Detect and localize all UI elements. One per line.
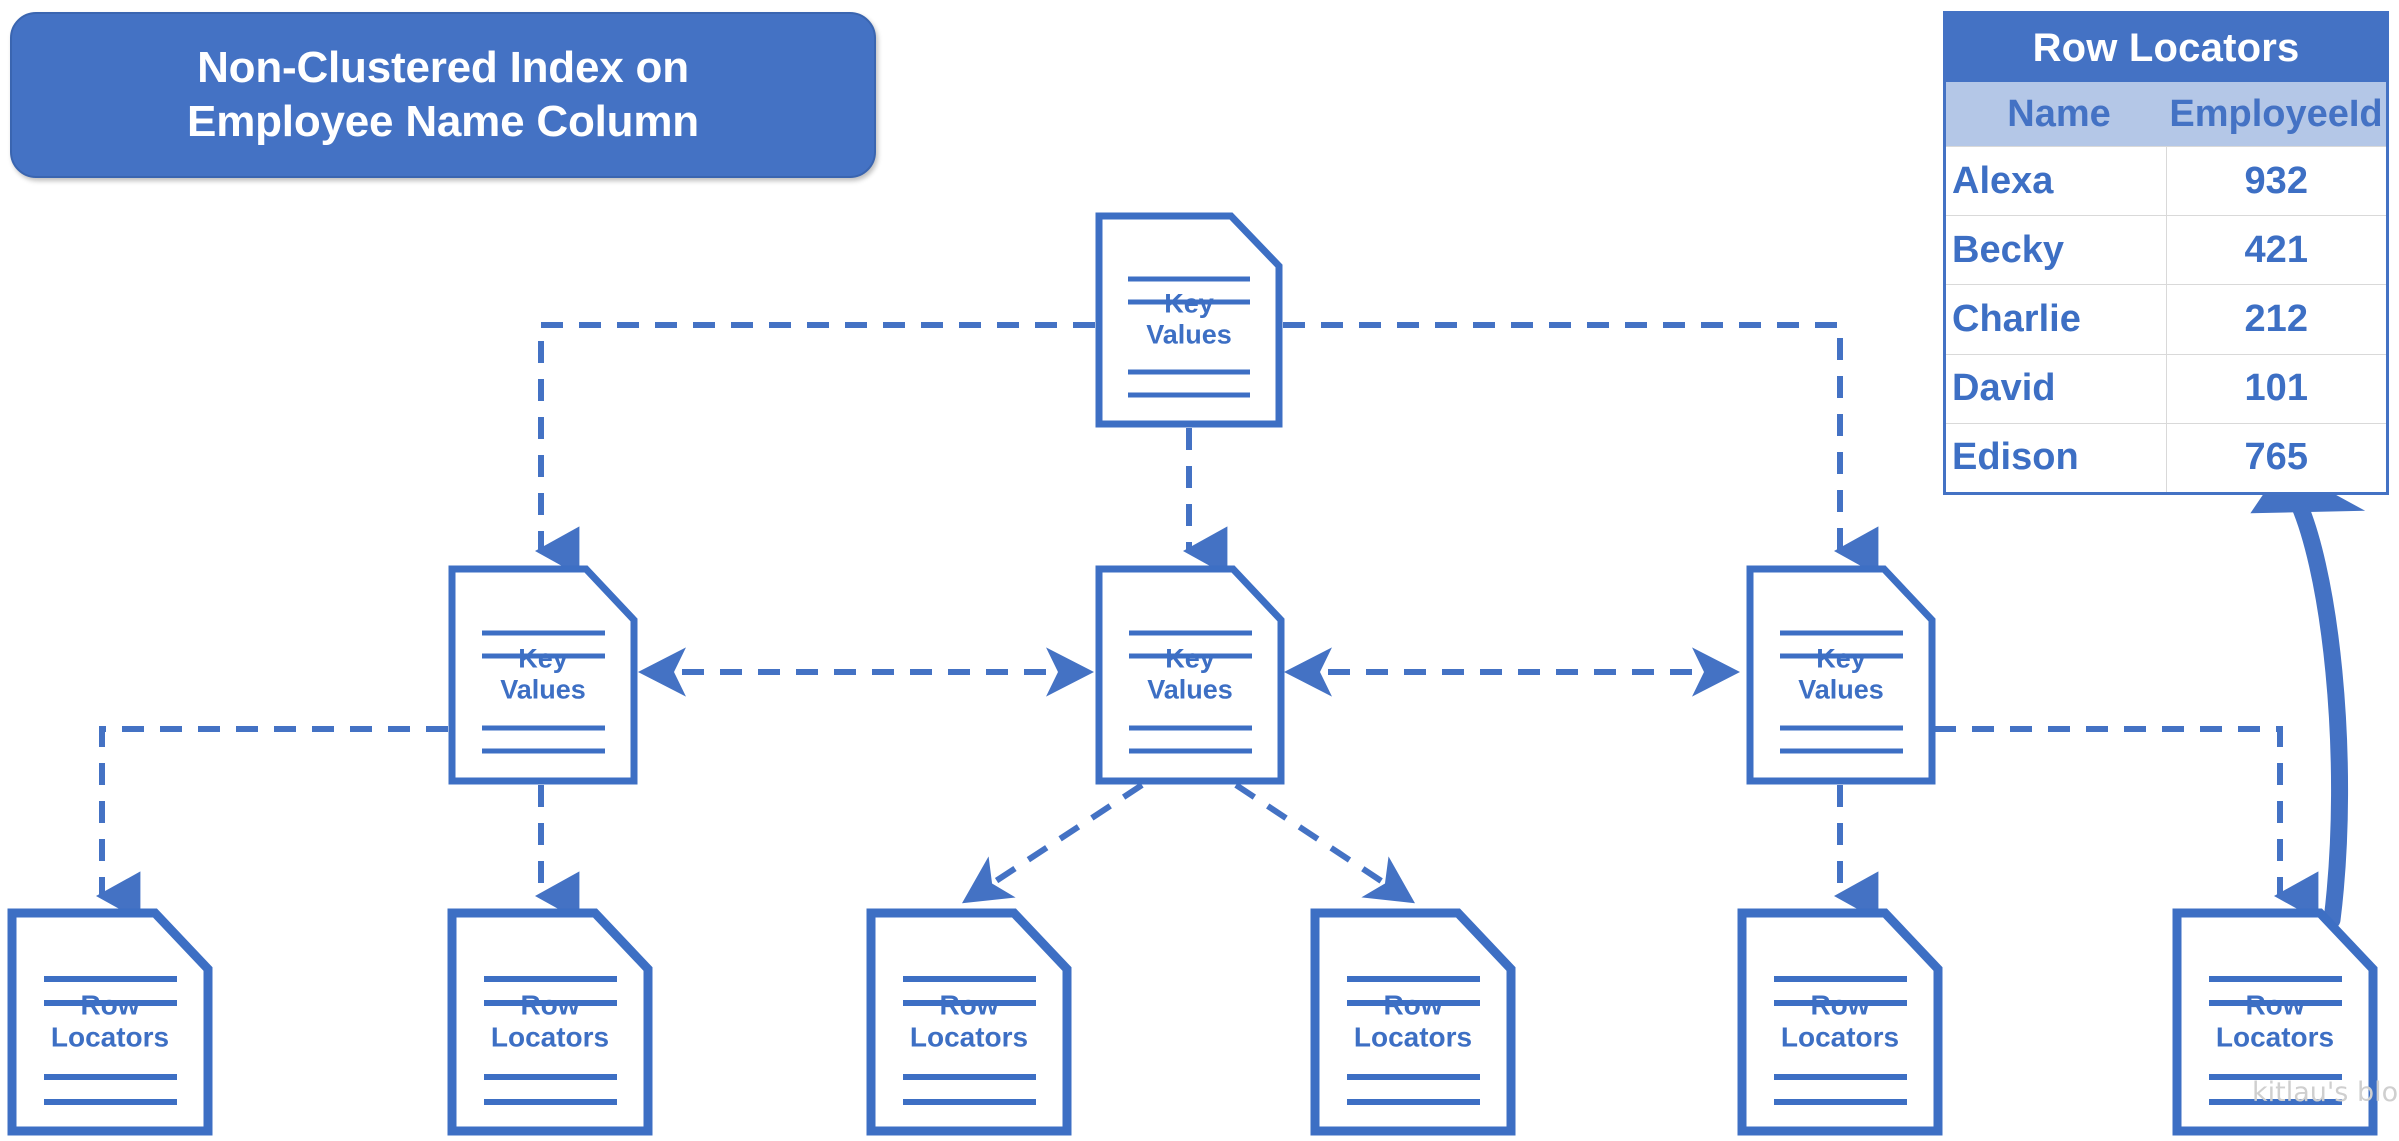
cell-employeeid: 932	[2166, 146, 2386, 216]
cell-employeeid: 765	[2166, 422, 2386, 492]
column-header-employeeid: EmployeeId	[2166, 82, 2386, 147]
edge-right-to-leaf6	[1934, 726, 2319, 921]
cell-name: Charlie	[1946, 284, 2167, 355]
cell-name: David	[1946, 353, 2167, 424]
row-locators-table[interactable]: Row Locators Name EmployeeId Alexa 932 B…	[1943, 11, 2389, 495]
title-callout: Non-Clustered Index on Employee Name Col…	[10, 12, 876, 178]
edge-center-to-leaf4	[1234, 782, 1416, 904]
cell-employeeid: 421	[2166, 215, 2386, 285]
page-outline	[447, 908, 653, 1136]
title-line-2: Employee Name Column	[187, 97, 699, 146]
node-level2-right-key-values[interactable]: Key Values	[1746, 565, 1936, 785]
title-line-1: Non-Clustered Index on	[197, 43, 689, 93]
table-title: Row Locators	[1946, 14, 2386, 83]
node-leaf-row-locators-5[interactable]: Row Locators	[1737, 908, 1943, 1136]
table-row[interactable]: Becky 421	[1946, 215, 2386, 285]
cell-employeeid: 212	[2166, 284, 2386, 355]
node-level2-left-key-values[interactable]: Key Values	[448, 565, 638, 785]
node-leaf-row-locators-2[interactable]: Row Locators	[447, 908, 653, 1136]
node-leaf-row-locators-3[interactable]: Row Locators	[866, 908, 1072, 1136]
table-title-row: Row Locators	[1946, 14, 2386, 83]
page-outline	[1310, 908, 1516, 1136]
table-header-row: Name EmployeeId	[1946, 82, 2386, 147]
edge-leaf6-to-table	[2250, 418, 2366, 929]
page-outline	[866, 908, 1072, 1136]
node-level2-center-key-values[interactable]: Key Values	[1095, 565, 1285, 785]
edge-root-to-left	[535, 322, 1095, 576]
table-row[interactable]: Charlie 212	[1946, 284, 2386, 355]
cell-name: Edison	[1946, 422, 2167, 492]
cell-name: Alexa	[1946, 146, 2167, 216]
watermark: kitlau's blog	[2252, 1077, 2399, 1108]
column-header-name: Name	[1946, 82, 2166, 147]
page-outline	[1737, 908, 1943, 1136]
page-outline	[7, 908, 213, 1136]
edge-root-to-right	[1283, 322, 1879, 576]
node-leaf-row-locators-1[interactable]: Row Locators	[7, 908, 213, 1136]
node-leaf-row-locators-4[interactable]: Row Locators	[1310, 908, 1516, 1136]
diagram-canvas: Non-Clustered Index on Employee Name Col…	[0, 0, 2399, 1141]
edge-center-to-leaf3	[961, 782, 1144, 904]
cell-name: Becky	[1946, 215, 2167, 285]
table-row[interactable]: David 101	[1946, 353, 2386, 424]
table-row[interactable]: Edison 765	[1946, 422, 2386, 492]
table-row[interactable]: Alexa 932	[1946, 146, 2386, 216]
row-locators-grid: Row Locators Name EmployeeId Alexa 932 B…	[1946, 14, 2386, 492]
cell-employeeid: 101	[2166, 353, 2386, 424]
edge-left-to-leaf1	[96, 726, 448, 921]
node-root-key-values[interactable]: Key Values	[1095, 212, 1283, 428]
